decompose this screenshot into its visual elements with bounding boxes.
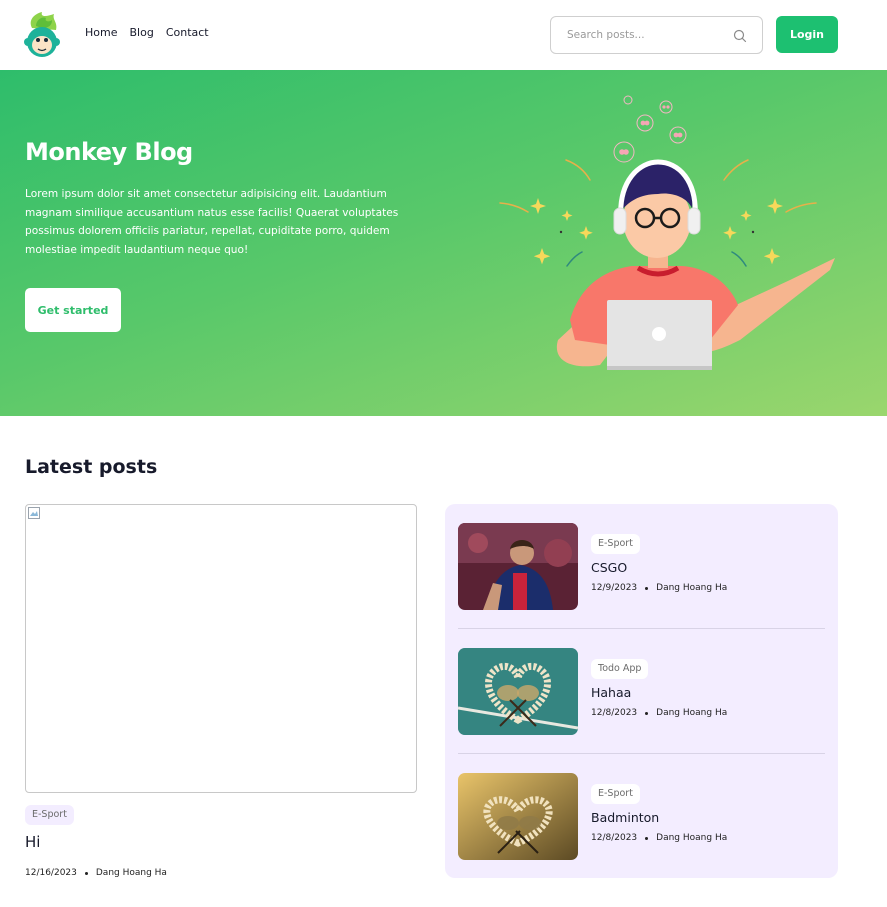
side-post-meta: 12/8/2023 Dang Hoang Ha: [591, 833, 727, 843]
side-post-title[interactable]: CSGO: [591, 560, 627, 575]
main-nav: Home Blog Contact: [85, 26, 221, 39]
shuttlecock-heart-thumbnail-icon[interactable]: [458, 648, 578, 735]
blogger-illustration-icon: [499, 95, 835, 370]
get-started-button[interactable]: Get started: [25, 288, 121, 332]
dot-separator-icon: [84, 871, 88, 875]
post-author[interactable]: Dang Hoang Ha: [656, 833, 727, 843]
side-post-meta: 12/9/2023 Dang Hoang Ha: [591, 583, 727, 593]
nav-contact[interactable]: Contact: [166, 26, 209, 39]
latest-posts-heading: Latest posts: [25, 456, 158, 478]
divider: [458, 628, 825, 629]
side-post-item[interactable]: E-Sport CSGO 12/9/2023 Dang Hoang Ha: [458, 523, 825, 648]
nav-home[interactable]: Home: [85, 26, 117, 39]
login-button[interactable]: Login: [776, 16, 838, 53]
feature-post-meta: 12/16/2023 Dang Hoang Ha: [25, 868, 167, 878]
broken-image-icon: [28, 507, 40, 519]
side-post-category[interactable]: E-Sport: [591, 534, 640, 554]
monkey-logo-icon[interactable]: [24, 12, 60, 58]
post-author[interactable]: Dang Hoang Ha: [656, 583, 727, 593]
post-date: 12/8/2023: [591, 833, 638, 843]
post-date: 12/8/2023: [591, 708, 638, 718]
feature-post-category[interactable]: E-Sport: [25, 805, 74, 825]
side-post-category[interactable]: E-Sport: [591, 784, 640, 804]
hero-title: Monkey Blog: [25, 138, 193, 166]
nav-blog[interactable]: Blog: [129, 26, 153, 39]
search-box: [550, 16, 763, 54]
dot-separator-icon: [645, 836, 649, 840]
post-date: 12/9/2023: [591, 583, 638, 593]
side-posts-panel: E-Sport CSGO 12/9/2023 Dang Hoang Ha Tod…: [445, 504, 838, 878]
feature-post-title[interactable]: Hi: [25, 833, 40, 851]
side-post-item[interactable]: Todo App Hahaa 12/8/2023 Dang Hoang Ha: [458, 648, 825, 773]
post-author[interactable]: Dang Hoang Ha: [656, 708, 727, 718]
side-post-category[interactable]: Todo App: [591, 659, 649, 679]
feature-post-image[interactable]: [25, 504, 417, 793]
search-input[interactable]: [567, 26, 727, 44]
soccer-player-thumbnail-icon[interactable]: [458, 523, 578, 610]
side-post-item[interactable]: E-Sport Badminton 12/8/2023 Dang Hoang H…: [458, 773, 825, 898]
side-post-meta: 12/8/2023 Dang Hoang Ha: [591, 708, 727, 718]
dot-separator-icon: [645, 711, 649, 715]
divider: [458, 753, 825, 754]
header: Home Blog Contact Login: [0, 0, 887, 70]
post-date: 12/16/2023: [25, 868, 77, 878]
side-post-title[interactable]: Badminton: [591, 810, 659, 825]
post-author[interactable]: Dang Hoang Ha: [96, 868, 167, 878]
search-icon[interactable]: [732, 28, 748, 44]
side-post-title[interactable]: Hahaa: [591, 685, 631, 700]
shuttlecock-sunset-thumbnail-icon[interactable]: [458, 773, 578, 860]
dot-separator-icon: [645, 586, 649, 590]
hero-banner: Monkey Blog Lorem ipsum dolor sit amet c…: [0, 70, 887, 416]
hero-description: Lorem ipsum dolor sit amet consectetur a…: [25, 188, 399, 256]
